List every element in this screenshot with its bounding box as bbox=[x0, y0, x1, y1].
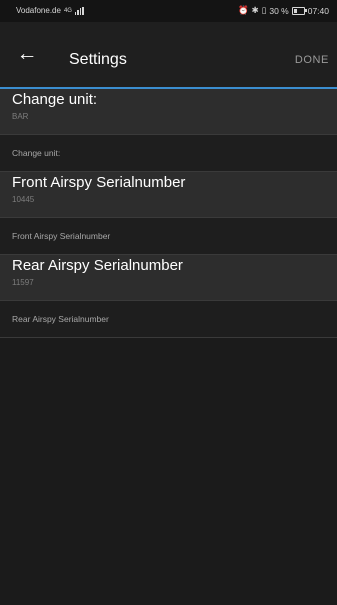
status-left: Vodafone.de 4G bbox=[16, 6, 84, 15]
preference-value: 10445 bbox=[12, 195, 35, 204]
preference-title: Front Airspy Serialnumber bbox=[12, 174, 186, 191]
arrow-left-icon[interactable]: ← bbox=[14, 42, 40, 68]
preference-value: 11597 bbox=[12, 278, 34, 287]
clock: 07:40 bbox=[307, 5, 329, 16]
preference-hint: Rear Airspy Serialnumber bbox=[0, 301, 337, 338]
battery-percent: 30 % bbox=[269, 5, 289, 16]
preference-title: Rear Airspy Serialnumber bbox=[12, 257, 183, 274]
carrier-label: Vodafone.de bbox=[16, 6, 61, 15]
preference-hint: Change unit: bbox=[0, 135, 337, 172]
preference-change-unit[interactable]: Change unit: BAR bbox=[0, 89, 337, 135]
preference-hint: Front Airspy Serialnumber bbox=[0, 218, 337, 255]
network-badge: 4G bbox=[63, 7, 72, 14]
vibrate-icon: ▯ bbox=[261, 5, 267, 15]
signal-icon bbox=[74, 6, 84, 15]
preference-hint-text: Front Airspy Serialnumber bbox=[12, 231, 111, 241]
preference-hint-text: Rear Airspy Serialnumber bbox=[12, 314, 109, 324]
app-bar: ← Settings DONE bbox=[0, 22, 337, 87]
alarm-icon: ⏰ bbox=[237, 5, 249, 15]
bluetooth-icon: ✱ bbox=[251, 5, 259, 15]
preference-rear-airspy-serial[interactable]: Rear Airspy Serialnumber 11597 bbox=[0, 255, 337, 301]
battery-icon bbox=[291, 6, 307, 15]
preference-title: Change unit: bbox=[12, 91, 98, 108]
done-button[interactable]: DONE bbox=[295, 54, 329, 66]
settings-list: Change unit: BAR Change unit: Front Airs… bbox=[0, 89, 337, 338]
preference-value: BAR bbox=[12, 112, 29, 121]
preference-hint-text: Change unit: bbox=[12, 148, 61, 158]
page-title: Settings bbox=[69, 51, 127, 68]
status-bar: Vodafone.de 4G ⏰ ✱ ▯ 30 % 07:40 bbox=[0, 0, 337, 22]
status-right: ⏰ ✱ ▯ 30 % 07:40 bbox=[238, 5, 329, 16]
preference-front-airspy-serial[interactable]: Front Airspy Serialnumber 10445 bbox=[0, 172, 337, 218]
